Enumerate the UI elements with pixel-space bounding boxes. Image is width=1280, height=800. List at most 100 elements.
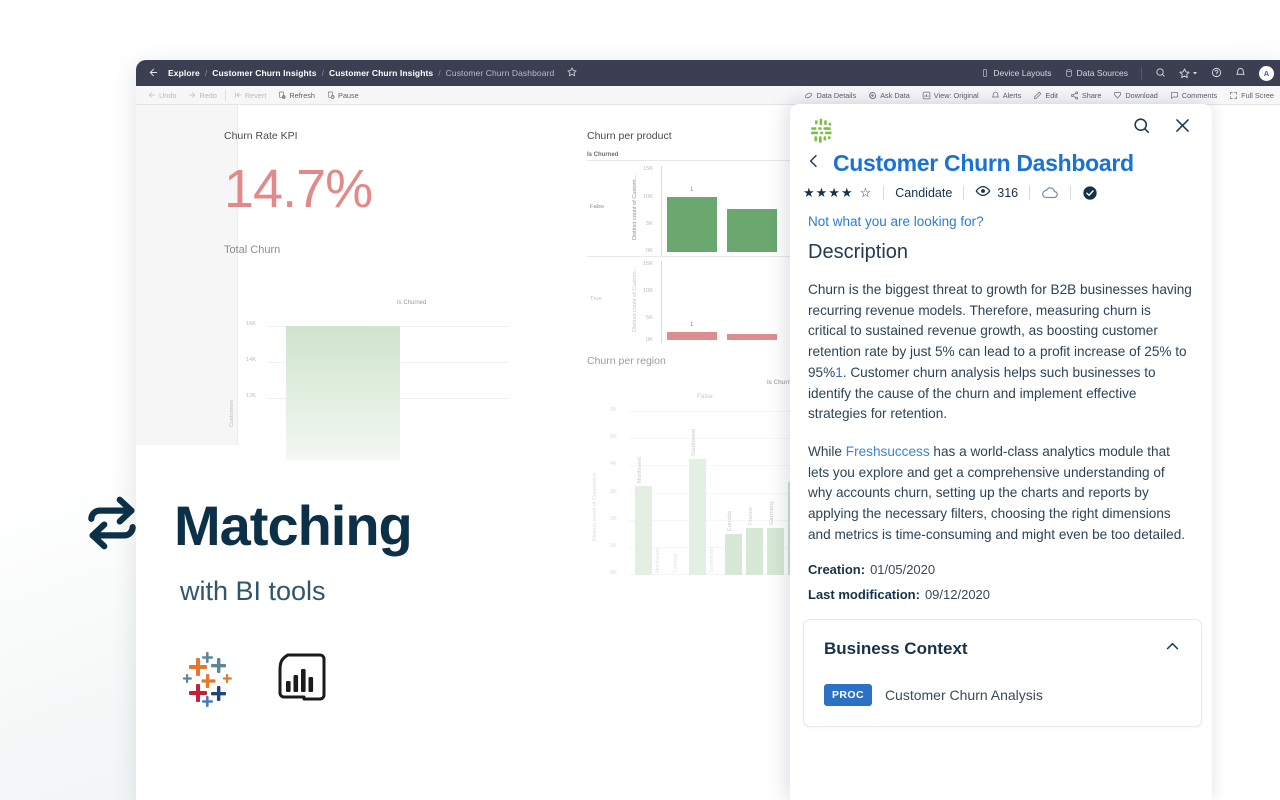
panel-header — [790, 104, 1212, 150]
bell-icon[interactable] — [1235, 67, 1246, 80]
bar-label-product-true: 1 — [690, 322, 693, 328]
share-button[interactable]: Share — [1064, 91, 1107, 100]
data-details-label: Data Details — [816, 91, 856, 100]
full-screen-button[interactable]: Full Scree — [1223, 91, 1280, 100]
bar-region-germany[interactable] — [767, 528, 784, 575]
breadcrumb-item-0[interactable]: Explore — [168, 68, 200, 78]
views-counter: 316 — [964, 183, 1029, 202]
bar-product-false-1[interactable] — [667, 197, 717, 252]
bar-region-southwest[interactable] — [689, 459, 706, 575]
axis-line — [661, 166, 662, 256]
star-dropdown-icon[interactable] — [1179, 68, 1198, 79]
avatar[interactable]: A — [1259, 66, 1274, 81]
undo-button[interactable]: Undo — [142, 91, 182, 100]
edit-button[interactable]: Edit — [1027, 91, 1064, 100]
product-ytick: 0K — [646, 248, 653, 254]
zeenea-logo — [808, 116, 838, 151]
alerts-button[interactable]: Alerts — [985, 91, 1028, 100]
breadcrumb-item-2[interactable]: Customer Churn Insights — [329, 68, 433, 78]
catalog-side-panel: Customer Churn Dashboard ★★★★☆ Candidate… — [790, 104, 1212, 800]
bar-product-true-2[interactable] — [727, 334, 777, 340]
ask-data-button[interactable]: Ask Data — [862, 91, 916, 100]
data-sources-button[interactable]: Data Sources — [1065, 68, 1129, 78]
breadcrumb-item-1[interactable]: Customer Churn Insights — [212, 68, 316, 78]
bar-product-true-1[interactable] — [667, 332, 717, 340]
breadcrumb-separator: / — [205, 68, 207, 78]
breadcrumb-item-3[interactable]: Customer Churn Dashboard — [446, 68, 555, 78]
region-axis-label: Distinct count of Customers — [592, 473, 598, 541]
bar-label-product-false: 1 — [690, 187, 693, 193]
pause-label: Pause — [338, 91, 359, 100]
redo-button[interactable]: Redo — [182, 91, 222, 100]
dashboard-toolbar-right: Data Details Ask Data View: Original Ale… — [798, 91, 1280, 100]
region-ytick: 2K — [610, 516, 617, 522]
freshsuccess-link[interactable]: Freshsuccess — [846, 444, 930, 459]
star-outline-icon[interactable] — [567, 67, 577, 79]
region-ytick: 5K — [610, 434, 617, 440]
product-chart-legend: Is Churned — [587, 152, 618, 158]
not-what-link[interactable]: Not what you are looking for? — [808, 214, 1192, 229]
product-axis-label: Distinct count of Custom… — [632, 260, 638, 332]
device-layouts-button[interactable]: Device Layouts — [981, 68, 1051, 78]
rating-stars[interactable]: ★★★★☆ — [803, 185, 883, 201]
region-label-northwest: Northwest — [637, 457, 643, 483]
product-ytick: 10K — [643, 288, 653, 294]
divider — [587, 160, 817, 161]
viz-churn-rate-kpi[interactable]: Churn Rate KPI 14.7% Total Churn — [224, 130, 574, 256]
chevron-up-icon[interactable] — [1164, 638, 1181, 660]
bar-product-false-2[interactable] — [727, 209, 777, 252]
viz-churn-per-product[interactable]: Churn per product Is Churned False True … — [587, 130, 817, 345]
bar-region-northwest[interactable] — [635, 486, 652, 575]
product-row-label-true: True — [590, 296, 602, 302]
product-ytick: 0K — [646, 337, 653, 343]
product-row-label-false: False — [590, 204, 604, 210]
comments-button[interactable]: Comments — [1164, 91, 1223, 100]
footnote-ref[interactable]: 1 — [835, 365, 843, 380]
modification-row: Last modification:09/12/2020 — [808, 587, 1192, 602]
business-context-item[interactable]: PROC Customer Churn Analysis — [824, 684, 1181, 706]
pause-button[interactable]: Pause — [321, 91, 365, 100]
business-context-item-label: Customer Churn Analysis — [885, 687, 1043, 703]
creation-value: 01/05/2020 — [870, 562, 935, 577]
chevron-left-icon[interactable] — [806, 153, 822, 174]
region-ytick: 3K — [610, 489, 617, 495]
view-original-button[interactable]: View: Original — [916, 91, 985, 100]
product-ytick: 5K — [646, 221, 653, 227]
product-chart-title: Churn per product — [587, 130, 817, 142]
view-original-label: View: Original — [934, 91, 979, 100]
panel-meta-row: ★★★★☆ Candidate 316 — [790, 177, 1212, 202]
data-details-button[interactable]: Data Details — [798, 91, 862, 100]
total-churn-ytick: 16K — [246, 321, 256, 327]
bar-region-canada[interactable] — [725, 534, 742, 575]
business-context-card: Business Context PROC Customer Churn Ana… — [803, 619, 1202, 727]
views-count: 316 — [997, 186, 1018, 200]
refresh-button[interactable]: Refresh — [272, 91, 321, 100]
modification-label: Last modification: — [808, 587, 920, 602]
bar-region-france[interactable] — [746, 528, 763, 575]
product-ytick: 5K — [646, 315, 653, 321]
search-icon[interactable] — [1155, 67, 1166, 80]
divider — [1141, 67, 1142, 80]
creation-row: Creation:01/05/2020 — [808, 562, 1192, 577]
status-badge: Candidate — [884, 186, 963, 200]
description-paragraph-1: Churn is the biggest threat to growth fo… — [808, 280, 1192, 425]
panel-title-row: Customer Churn Dashboard — [790, 150, 1212, 177]
close-icon[interactable] — [1173, 116, 1192, 140]
product-ytick: 10K — [643, 194, 653, 200]
search-icon[interactable] — [1132, 116, 1151, 140]
bar-total-churn[interactable] — [286, 326, 400, 460]
help-circle-icon[interactable] — [1211, 67, 1222, 80]
total-churn-axis-label: Customers — [229, 400, 235, 427]
revert-button[interactable]: Revert — [228, 91, 273, 100]
back-arrow-icon[interactable] — [148, 67, 159, 80]
eye-icon — [975, 183, 991, 202]
device-layouts-label: Device Layouts — [993, 68, 1051, 78]
viz-total-churn[interactable]: Is Churned Customers 16K 14K 12K — [224, 300, 524, 460]
data-sources-label: Data Sources — [1077, 68, 1129, 78]
region-label-france: France — [748, 507, 754, 525]
download-button[interactable]: Download — [1107, 91, 1163, 100]
breadcrumb-separator: / — [322, 68, 324, 78]
region-label-central: Central — [673, 554, 679, 573]
axis-line — [661, 261, 662, 343]
business-context-header[interactable]: Business Context — [824, 638, 1181, 660]
